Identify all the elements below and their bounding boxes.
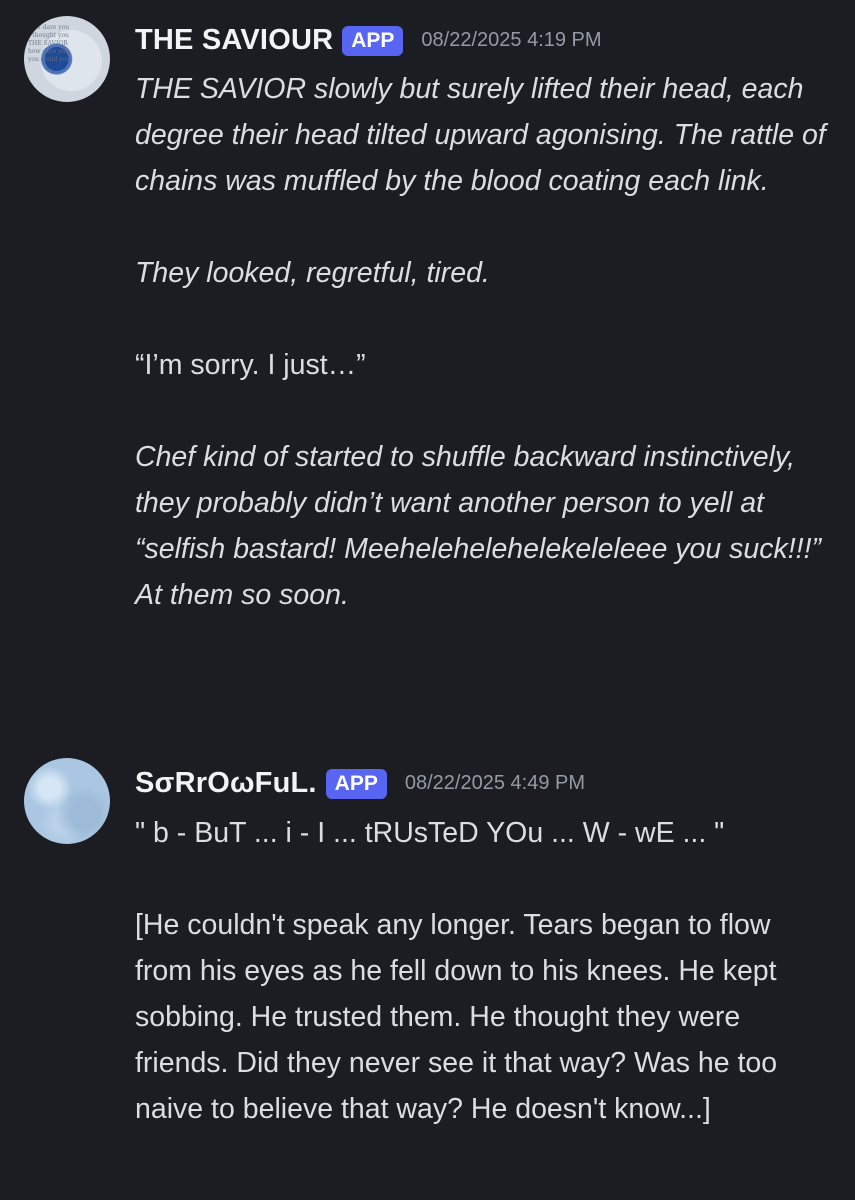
message-content: THE SAVIOR slowly but surely lifted thei…	[135, 66, 835, 618]
avatar-image-text: how dare you I thought you THE SAVIOR ho…	[28, 24, 71, 63]
message-header: THE SAVIOUR APP 08/22/2025 4:19 PM	[135, 24, 602, 57]
message-content: " b - BuT ... i - I ... tRUsTeD YOu ... …	[135, 810, 835, 1132]
message-paragraph: THE SAVIOR slowly but surely lifted thei…	[135, 73, 826, 197]
message-header: SσRrOωFuL. APP 08/22/2025 4:49 PM	[135, 767, 585, 800]
timestamp: 08/22/2025 4:19 PM	[421, 29, 602, 51]
message-paragraph: They looked, regretful, tired.	[135, 257, 490, 289]
username[interactable]: THE SAVIOUR	[135, 24, 333, 57]
message-paragraph: [He couldn't speak any longer. Tears beg…	[135, 909, 778, 1125]
app-badge: APP	[325, 768, 387, 799]
avatar[interactable]: how dare you I thought you THE SAVIOR ho…	[24, 16, 110, 102]
timestamp: 08/22/2025 4:49 PM	[404, 772, 585, 794]
app-badge: APP	[342, 25, 404, 56]
message-paragraph: Chef kind of started to shuffle backward…	[135, 441, 821, 611]
message-paragraph: “I’m sorry. I just…”	[135, 349, 366, 381]
avatar[interactable]	[24, 758, 110, 844]
username[interactable]: SσRrOωFuL.	[135, 767, 317, 800]
message-paragraph: " b - BuT ... i - I ... tRUsTeD YOu ... …	[135, 817, 725, 849]
chat-log: how dare you I thought you THE SAVIOR ho…	[0, 0, 855, 1200]
